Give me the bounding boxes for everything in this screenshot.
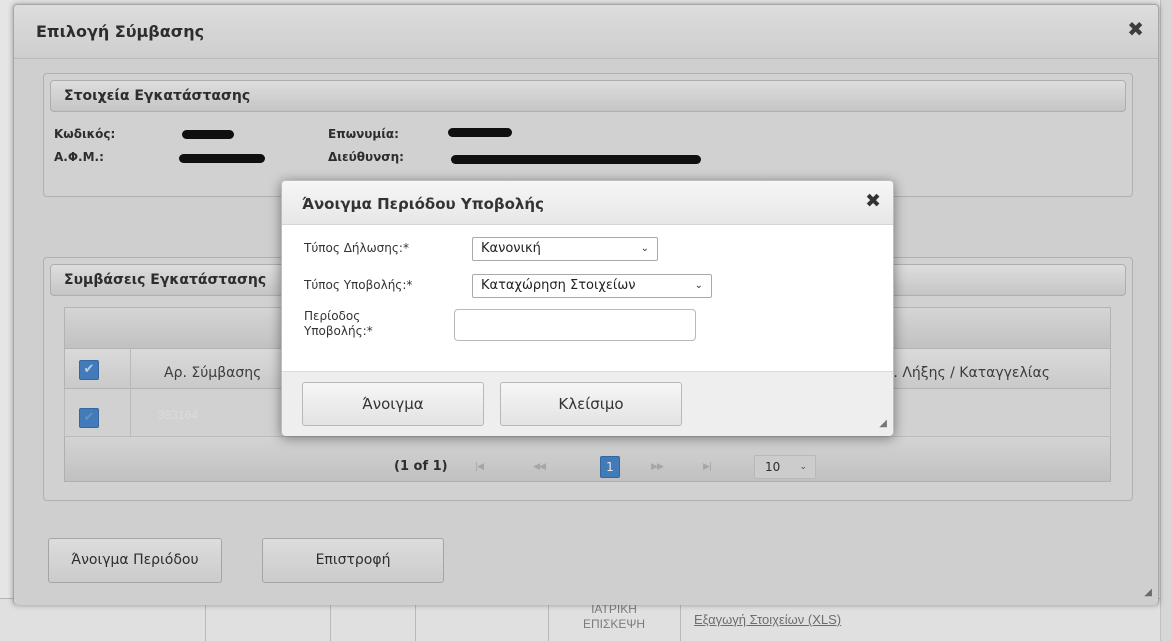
open-button[interactable]: Άνοιγμα: [302, 382, 484, 426]
submission-type-value: Καταχώρηση Στοιχείων: [481, 278, 636, 293]
submission-type-select[interactable]: Καταχώρηση Στοιχείων ⌄: [472, 274, 712, 298]
chevron-down-icon: ⌄: [694, 280, 703, 291]
close-icon[interactable]: ✖: [865, 192, 881, 211]
close-button[interactable]: Κλείσιμο: [500, 382, 682, 426]
dialog-title: Άνοιγμα Περιόδου Υποβολής: [302, 195, 544, 213]
submission-period-label-line2: Υποβολής:*: [304, 324, 373, 338]
submission-period-input[interactable]: [454, 309, 696, 341]
chevron-down-icon: ⌄: [640, 243, 649, 254]
submission-type-label: Τύπος Υποβολής:*: [304, 278, 413, 292]
submission-period-label-line1: Περίοδος: [304, 309, 361, 323]
declaration-type-label: Τύπος Δήλωσης:*: [304, 241, 409, 255]
submission-period-label: Περίοδος Υποβολής:*: [304, 309, 373, 339]
declaration-type-value: Κανονική: [481, 241, 541, 256]
declaration-type-select[interactable]: Κανονική ⌄: [472, 237, 658, 261]
open-submission-period-dialog: Άνοιγμα Περιόδου Υποβολής ✖ Τύπος Δήλωση…: [281, 180, 894, 436]
resize-handle[interactable]: ◢: [879, 419, 887, 429]
open-submission-period-dialog-header: Άνοιγμα Περιόδου Υποβολής ✖: [282, 181, 893, 225]
